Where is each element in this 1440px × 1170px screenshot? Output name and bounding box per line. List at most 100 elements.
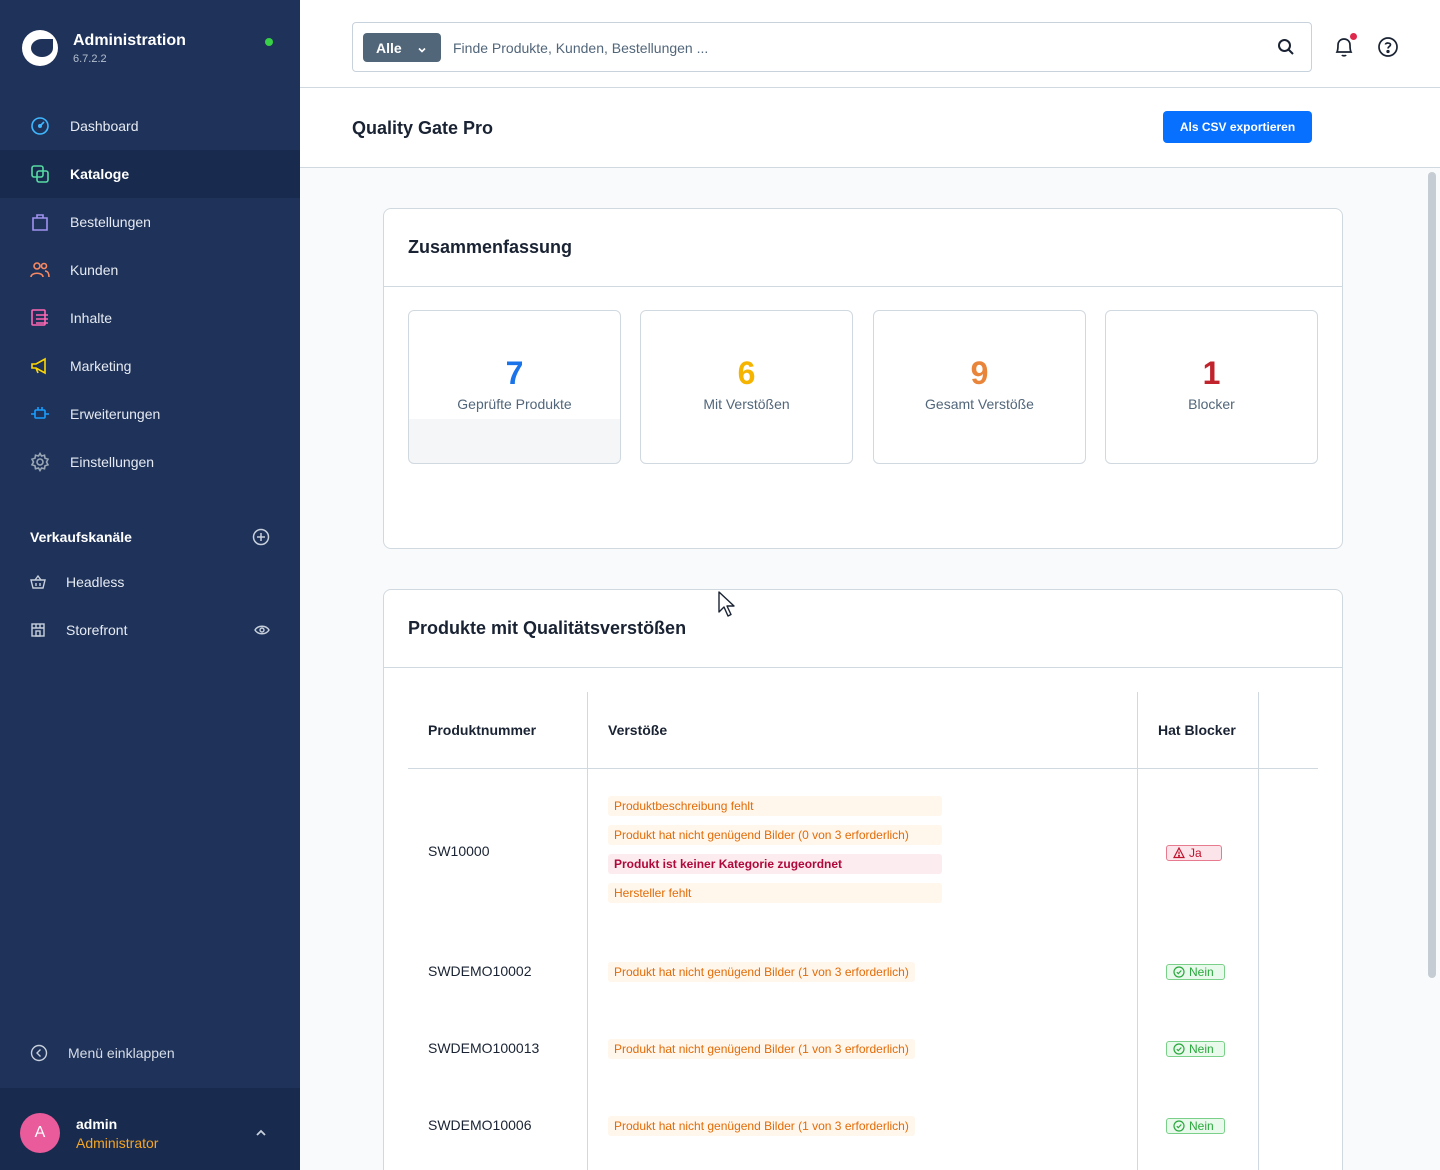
nav-label: Bestellungen — [70, 214, 151, 230]
kpi-blockers: 1 Blocker — [1105, 310, 1318, 464]
chevron-down-icon — [417, 42, 427, 53]
kpi-value: 1 — [1202, 355, 1221, 391]
blocker-label: Nein — [1189, 965, 1214, 979]
scrollbar[interactable] — [1428, 172, 1436, 978]
blocker-label: Nein — [1189, 1042, 1214, 1056]
nav-item-marketing[interactable]: Marketing — [0, 342, 300, 390]
kpi-with-violations: 6 Mit Verstößen — [640, 310, 853, 464]
column-header-blocker[interactable]: Hat Blocker — [1158, 722, 1236, 738]
product-number: SWDEMO100013 — [428, 1040, 540, 1056]
sales-channel-label: Headless — [66, 574, 125, 590]
notification-badge — [1350, 33, 1357, 40]
chevron-left-circle-icon — [30, 1044, 48, 1062]
blocker-badge: Ja — [1166, 845, 1222, 861]
brand[interactable]: Administration 6.7.2.2 — [22, 30, 186, 66]
help-icon[interactable] — [1377, 36, 1399, 58]
brand-version: 6.7.2.2 — [73, 52, 107, 65]
top-bar: Alle — [300, 0, 1440, 88]
kpi-label: Geprüfte Produkte — [457, 396, 572, 412]
export-csv-button[interactable]: Als CSV exportieren — [1163, 111, 1312, 143]
product-number: SW10000 — [428, 843, 490, 859]
nav-item-settings[interactable]: Einstellungen — [0, 438, 300, 486]
nav-item-customers[interactable]: Kunden — [0, 246, 300, 294]
nav-label: Erweiterungen — [70, 406, 161, 422]
nav-label: Kunden — [70, 262, 119, 278]
kpi-value: 6 — [737, 355, 756, 391]
nav-item-orders[interactable]: Bestellungen — [0, 198, 300, 246]
kpi-label: Gesamt Verstöße — [925, 396, 1034, 412]
smart-bar: Quality Gate Pro Als CSV exportieren — [300, 88, 1440, 168]
nav-label: Dashboard — [70, 118, 139, 134]
avatar: A — [20, 1113, 60, 1153]
brand-title: Administration — [73, 31, 186, 49]
check-circle-icon — [1173, 1043, 1185, 1055]
violations-list: Produkt hat nicht genügend Bilder (1 von… — [608, 1116, 915, 1145]
collapse-menu-button[interactable]: Menü einklappen — [30, 1044, 175, 1062]
product-number: SWDEMO10006 — [428, 1117, 532, 1133]
sales-channel-storefront[interactable]: Storefront — [0, 606, 300, 654]
mouse-cursor-icon — [718, 591, 735, 617]
sales-channel-headless[interactable]: Headless — [0, 558, 300, 606]
search-input[interactable] — [453, 36, 1233, 60]
nav-item-extensions[interactable]: Erweiterungen — [0, 390, 300, 438]
plug-icon — [30, 404, 50, 424]
collapse-menu-label: Menü einklappen — [68, 1045, 175, 1061]
violations-card: Produkte mit Qualitätsverstößen Produktn… — [383, 589, 1343, 1170]
blocker-badge: Nein — [1166, 1118, 1225, 1134]
nav-item-content[interactable]: Inhalte — [0, 294, 300, 342]
violations-list: Produkt hat nicht genügend Bilder (1 von… — [608, 1039, 915, 1068]
violation-tag: Produktbeschreibung fehlt — [608, 796, 942, 816]
nav-item-dashboard[interactable]: Dashboard — [0, 102, 300, 150]
search-type-label: Alle — [376, 39, 402, 56]
user-name: admin — [76, 1116, 118, 1132]
violation-tag: Produkt hat nicht genügend Bilder (1 von… — [608, 1116, 915, 1136]
page-title: Quality Gate Pro — [352, 118, 494, 138]
blocker-label: Ja — [1189, 846, 1202, 860]
megaphone-icon — [30, 356, 50, 376]
gear-icon — [30, 452, 50, 472]
add-sales-channel-icon[interactable] — [252, 528, 270, 546]
shopping-bag-icon — [30, 212, 50, 232]
violation-tag: Produkt hat nicht genügend Bilder (1 von… — [608, 1039, 915, 1059]
main-navigation: Dashboard Kataloge Bestellungen Kunden I… — [0, 102, 300, 486]
kpi-checked-products: 7 Geprüfte Produkte — [408, 310, 621, 464]
check-circle-icon — [1173, 1120, 1185, 1132]
search-type-dropdown[interactable]: Alle — [363, 33, 441, 62]
eye-icon[interactable] — [254, 622, 270, 638]
warning-icon — [1173, 847, 1185, 859]
kpi-label: Mit Verstößen — [703, 396, 790, 412]
gauge-icon — [30, 116, 50, 136]
content-icon — [30, 308, 50, 328]
nav-item-catalogues[interactable]: Kataloge — [0, 150, 300, 198]
violations-list: Produkt hat nicht genügend Bilder (1 von… — [608, 962, 915, 991]
user-menu[interactable]: A admin Administrator — [0, 1088, 300, 1170]
summary-card: Zusammenfassung 7 Geprüfte Produkte 6 Mi… — [383, 208, 1343, 549]
kpi-total-violations: 9 Gesamt Verstöße — [873, 310, 1086, 464]
sidebar: Administration 6.7.2.2 Dashboard Katalog… — [0, 0, 300, 1170]
blocker-label: Nein — [1189, 1119, 1214, 1133]
blocker-badge: Nein — [1166, 1041, 1225, 1057]
basket-icon — [30, 574, 46, 590]
nav-label: Marketing — [70, 358, 132, 374]
column-header-violations[interactable]: Verstöße — [608, 722, 667, 738]
violation-tag: Produkt hat nicht genügend Bilder (1 von… — [608, 962, 915, 982]
sales-channel-label: Storefront — [66, 622, 128, 638]
chevron-up-icon[interactable] — [254, 1126, 268, 1140]
online-status-indicator — [265, 38, 273, 46]
table-header: Produktnummer Verstöße Hat Blocker — [408, 692, 1318, 769]
check-circle-icon — [1173, 966, 1185, 978]
sales-channels-title: Verkaufskanäle — [30, 529, 132, 545]
sales-channels-list: Headless Storefront — [0, 558, 300, 654]
catalog-icon — [30, 164, 50, 184]
violation-tag: Hersteller fehlt — [608, 883, 942, 903]
user-role: Administrator — [76, 1135, 159, 1151]
kpi-value: 9 — [970, 355, 989, 391]
column-header-number[interactable]: Produktnummer — [428, 722, 536, 738]
search-icon[interactable] — [1277, 38, 1295, 56]
kpi-value: 7 — [505, 355, 524, 391]
storefront-icon — [30, 622, 46, 638]
nav-label: Kataloge — [70, 166, 130, 182]
users-icon — [30, 260, 50, 280]
global-search: Alle — [352, 22, 1312, 72]
nav-label: Inhalte — [70, 310, 113, 326]
